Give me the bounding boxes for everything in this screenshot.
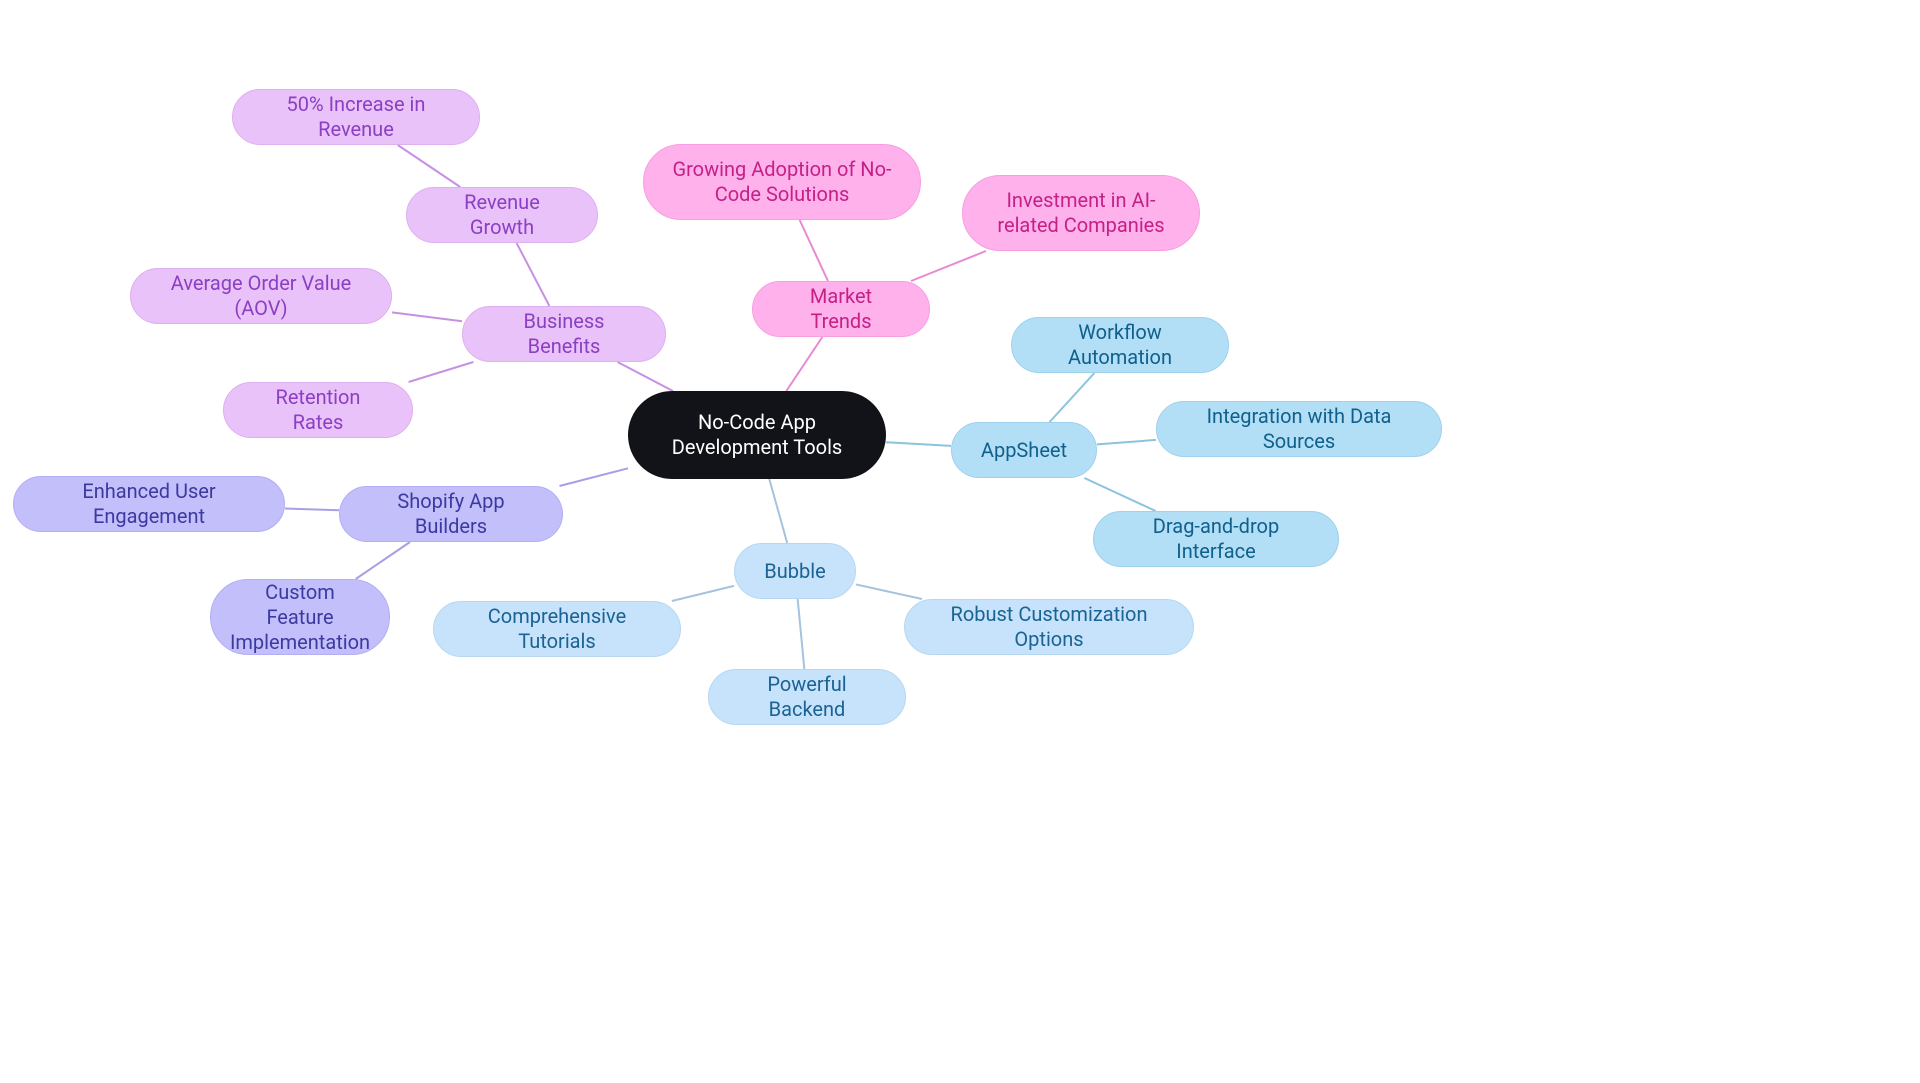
- node-shopify[interactable]: Shopify App Builders: [339, 486, 563, 542]
- node-appsheet[interactable]: AppSheet: [951, 422, 1097, 478]
- node-backend-label: Powerful Backend: [737, 672, 877, 722]
- edge-shopify-engagement: [285, 509, 339, 511]
- node-bubble[interactable]: Bubble: [734, 543, 856, 599]
- node-business-benefits[interactable]: Business Benefits: [462, 306, 666, 362]
- node-aov[interactable]: Average Order Value (AOV): [130, 268, 392, 324]
- node-aov-label: Average Order Value (AOV): [159, 271, 363, 321]
- edge-center-bubble: [769, 479, 787, 543]
- node-growing-adoption-label: Growing Adoption of No-Code Solutions: [672, 157, 892, 207]
- node-center-label: No-Code App Development Tools: [657, 410, 857, 460]
- node-revenue-growth[interactable]: Revenue Growth: [406, 187, 598, 243]
- edge-business-benefits-retention: [409, 362, 474, 382]
- edge-bubble-customization: [856, 584, 922, 599]
- node-tutorials-label: Comprehensive Tutorials: [462, 604, 652, 654]
- edge-center-appsheet: [886, 442, 951, 446]
- edge-market-trends-growing-adoption: [800, 220, 828, 281]
- edge-market-trends-ai-investment: [911, 251, 986, 281]
- node-customization-label: Robust Customization Options: [933, 602, 1165, 652]
- node-dragdrop[interactable]: Drag-and-drop Interface: [1093, 511, 1339, 567]
- node-ai-investment[interactable]: Investment in AI-related Companies: [962, 175, 1200, 251]
- edge-center-shopify: [559, 468, 628, 486]
- node-revenue-growth-label: Revenue Growth: [435, 190, 569, 240]
- node-growing-adoption[interactable]: Growing Adoption of No-Code Solutions: [643, 144, 921, 220]
- edge-center-market-trends: [786, 337, 822, 391]
- node-integration[interactable]: Integration with Data Sources: [1156, 401, 1442, 457]
- edge-shopify-custom-feature: [356, 542, 410, 579]
- edge-revenue-growth-revenue-50: [398, 145, 461, 187]
- edge-business-benefits-aov: [392, 312, 462, 321]
- node-integration-label: Integration with Data Sources: [1185, 404, 1413, 454]
- edge-appsheet-workflow: [1050, 373, 1095, 422]
- edge-bubble-backend: [798, 599, 805, 669]
- node-workflow-label: Workflow Automation: [1040, 320, 1200, 370]
- edge-appsheet-integration: [1097, 440, 1156, 445]
- node-customization[interactable]: Robust Customization Options: [904, 599, 1194, 655]
- node-workflow[interactable]: Workflow Automation: [1011, 317, 1229, 373]
- node-ai-investment-label: Investment in AI-related Companies: [991, 188, 1171, 238]
- node-custom-feature-label: Custom Feature Implementation: [230, 580, 370, 655]
- edge-layer: [0, 0, 1920, 1083]
- node-engagement[interactable]: Enhanced User Engagement: [13, 476, 285, 532]
- node-dragdrop-label: Drag-and-drop Interface: [1122, 514, 1310, 564]
- node-tutorials[interactable]: Comprehensive Tutorials: [433, 601, 681, 657]
- node-center[interactable]: No-Code App Development Tools: [628, 391, 886, 479]
- node-revenue-50-label: 50% Increase in Revenue: [261, 92, 451, 142]
- node-backend[interactable]: Powerful Backend: [708, 669, 906, 725]
- edge-appsheet-dragdrop: [1084, 478, 1155, 511]
- node-revenue-50[interactable]: 50% Increase in Revenue: [232, 89, 480, 145]
- node-appsheet-label: AppSheet: [981, 438, 1067, 463]
- node-retention-label: Retention Rates: [252, 385, 384, 435]
- node-business-benefits-label: Business Benefits: [491, 309, 637, 359]
- node-market-trends-label: Market Trends: [781, 284, 901, 334]
- edge-business-benefits-revenue-growth: [517, 243, 550, 306]
- node-custom-feature[interactable]: Custom Feature Implementation: [210, 579, 390, 655]
- edge-center-business-benefits: [618, 362, 673, 391]
- node-engagement-label: Enhanced User Engagement: [42, 479, 256, 529]
- edge-bubble-tutorials: [672, 586, 734, 601]
- node-shopify-label: Shopify App Builders: [368, 489, 534, 539]
- node-market-trends[interactable]: Market Trends: [752, 281, 930, 337]
- node-retention[interactable]: Retention Rates: [223, 382, 413, 438]
- node-bubble-label: Bubble: [764, 559, 825, 584]
